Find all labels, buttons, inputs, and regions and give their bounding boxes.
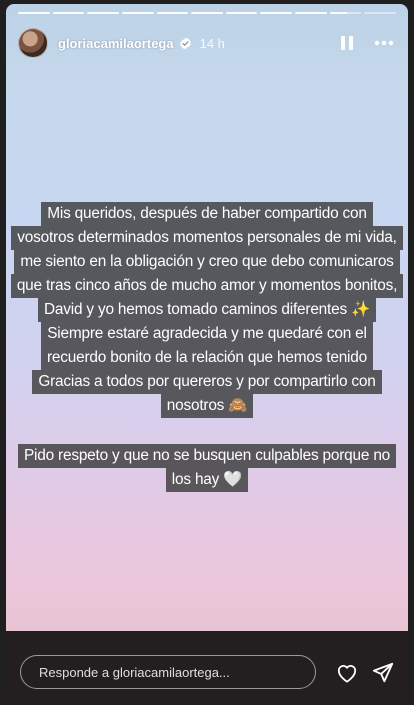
story-text-paragraph-1: Mis queridos, después de haber compartid… [6, 202, 408, 418]
story-progress-segment [225, 12, 258, 14]
text-line: Mis queridos, después de haber compartid… [41, 202, 373, 226]
story-progress-segment [260, 12, 293, 14]
send-icon[interactable] [372, 662, 394, 684]
text-line: nosotros 🙈 [160, 394, 254, 418]
username[interactable]: gloriacamilaortega [58, 36, 174, 51]
story-progress-segment [121, 12, 154, 14]
story-progress-segment [156, 12, 189, 14]
text-line: los hay 🤍 [165, 468, 249, 492]
text-line: Gracias a todos por quereros y por compa… [32, 370, 382, 394]
story-header: gloriacamilaortega 14 h [18, 26, 394, 60]
story-text-paragraph-2: Pido respeto y que no se busquen culpabl… [6, 444, 408, 492]
verified-badge-icon [179, 37, 191, 49]
story-progress-segment [295, 12, 327, 14]
more-icon[interactable] [374, 40, 394, 46]
text-line: que tras cinco años de mucho amor y mome… [10, 274, 404, 298]
text-line: Pido respeto y que no se busquen culpabl… [17, 444, 397, 468]
story-progress-segment [364, 12, 397, 14]
story-progress-segment [87, 12, 119, 14]
story-progress-bar [18, 12, 397, 14]
pause-icon[interactable] [340, 35, 354, 51]
heart-icon[interactable] [336, 663, 358, 683]
reply-input[interactable]: Responde a gloriacamilaortega... [20, 655, 316, 689]
text-line: David y yo hemos tomado caminos diferent… [37, 298, 377, 322]
story-progress-segment [329, 12, 362, 14]
text-line: Siempre estaré agradecida y me quedaré c… [41, 322, 373, 346]
text-line: recuerdo bonito de la relación que hemos… [40, 346, 373, 370]
story-progress-segment [52, 12, 85, 14]
text-line: vosotros determinados momentos personale… [11, 226, 403, 250]
avatar[interactable] [18, 28, 48, 58]
story-frame: gloriacamilaortega 14 h Mis queridos, de… [6, 4, 408, 701]
post-time: 14 h [199, 35, 225, 51]
story-progress-segment [18, 12, 50, 14]
story-progress-segment [191, 12, 223, 14]
reply-placeholder: Responde a gloriacamilaortega... [39, 664, 230, 680]
text-line: me siento en la obligación y creo que de… [14, 250, 400, 274]
